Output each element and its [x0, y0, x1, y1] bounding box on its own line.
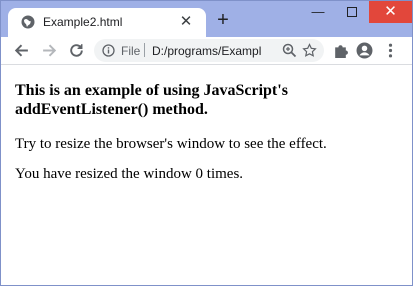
browser-window: Example2.html ✕ + — ✕ File D:/programs/E… — [0, 0, 413, 286]
tab-title: Example2.html — [43, 15, 123, 29]
scheme-label: File — [121, 44, 141, 58]
new-tab-button[interactable]: + — [212, 9, 234, 31]
url-text[interactable]: D:/programs/Exampl — [152, 44, 270, 58]
maximize-icon — [347, 7, 357, 17]
minimize-button[interactable]: — — [301, 1, 335, 23]
page-content: This is an example of using JavaScript's… — [1, 65, 412, 285]
puzzle-icon[interactable] — [332, 42, 349, 59]
back-arrow-icon[interactable] — [13, 42, 30, 59]
tab-close-icon[interactable]: ✕ — [178, 14, 194, 30]
tab-example2[interactable]: Example2.html ✕ — [8, 8, 206, 37]
browser-toolbar: File D:/programs/Exampl — [1, 37, 412, 65]
title-bar: Example2.html ✕ + — ✕ — [1, 1, 412, 37]
address-bar[interactable]: File D:/programs/Exampl — [94, 39, 324, 62]
reload-icon[interactable] — [68, 42, 85, 59]
zoom-icon[interactable] — [282, 43, 297, 58]
omnibox-divider — [144, 43, 145, 57]
star-icon[interactable] — [302, 43, 317, 58]
close-window-button[interactable]: ✕ — [369, 1, 412, 23]
page-heading: This is an example of using JavaScript's… — [15, 82, 288, 118]
maximize-button[interactable] — [335, 1, 369, 23]
resize-counter-text: You have resized the window 0 times. — [15, 166, 244, 182]
account-icon[interactable] — [356, 42, 373, 59]
globe-icon — [21, 15, 35, 29]
instruction-text: Try to resize the browser's window to se… — [15, 136, 327, 152]
forward-arrow-icon[interactable] — [41, 42, 58, 59]
more-vertical-icon[interactable] — [382, 42, 399, 59]
info-icon[interactable] — [102, 44, 115, 57]
